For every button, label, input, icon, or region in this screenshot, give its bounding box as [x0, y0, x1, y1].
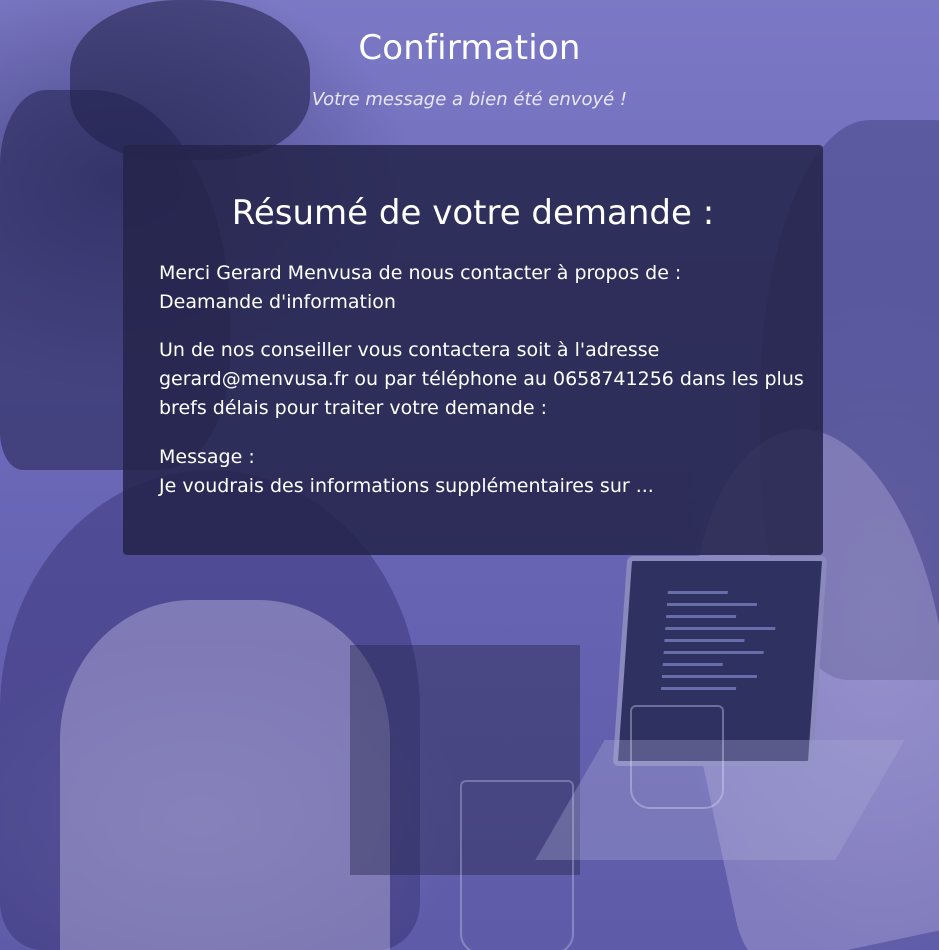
summary-title: Résumé de votre demande : — [231, 193, 715, 233]
background-glass — [630, 705, 724, 809]
thanks-line: Merci Gerard Menvusa de nous contacter à… — [159, 262, 682, 284]
message-text: Je voudrais des informations supplémenta… — [159, 475, 654, 497]
page-title: Confirmation — [358, 28, 581, 68]
thanks-paragraph: Merci Gerard Menvusa de nous contacter à… — [159, 259, 795, 317]
request-subject: Deamande d'information — [159, 291, 396, 313]
contact-line: gerard@menvusa.fr ou par téléphone au 06… — [159, 368, 804, 390]
background-glass — [460, 780, 574, 950]
summary-card: Résumé de votre demande : Merci Gerard M… — [123, 145, 823, 555]
contact-line: brefs délais pour traiter votre demande … — [159, 397, 547, 419]
contact-paragraph: Un de nos conseiller vous contactera soi… — [159, 336, 804, 423]
page-subtitle: Votre message a bien été envoyé ! — [311, 89, 628, 110]
message-label: Message : — [159, 446, 255, 468]
background-person-blouse — [60, 600, 390, 950]
contact-line: Un de nos conseiller vous contactera soi… — [159, 339, 660, 361]
message-paragraph: Message : Je voudrais des informations s… — [159, 443, 795, 501]
